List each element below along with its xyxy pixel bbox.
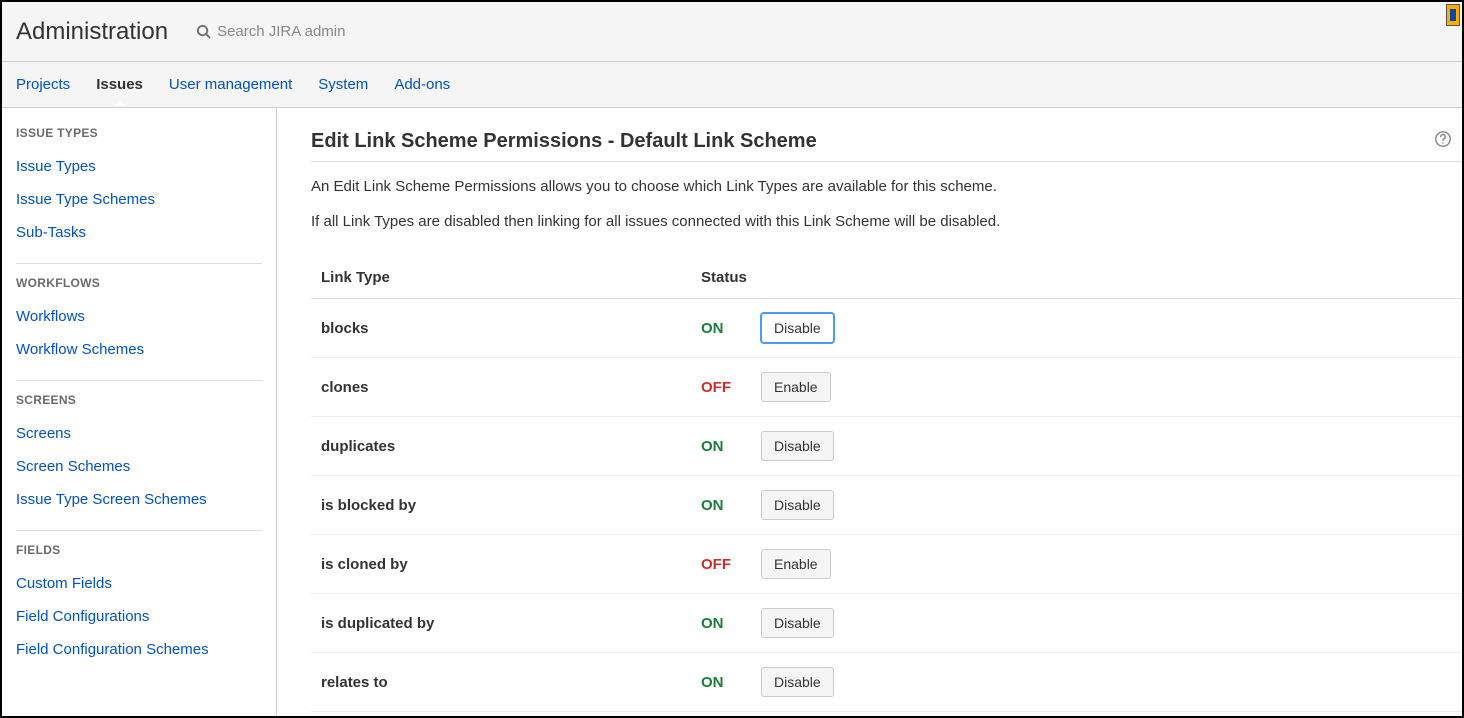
status-badge: ON: [691, 653, 751, 712]
table-row: is blocked byON Disable: [311, 476, 1462, 535]
sidebar-item-workflow-schemes[interactable]: Workflow Schemes: [16, 333, 262, 366]
sidebar-item-custom-fields[interactable]: Custom Fields: [16, 567, 262, 600]
enable-button[interactable]: Enable: [761, 372, 831, 402]
notification-badge[interactable]: [1446, 4, 1460, 26]
link-type-name: is cloned by: [311, 535, 691, 594]
search-icon: [196, 24, 211, 39]
status-badge: ON: [691, 476, 751, 535]
admin-header: Administration: [2, 2, 1462, 62]
link-type-name: relates to: [311, 653, 691, 712]
sidebar-section-issue-types: ISSUE TYPES Issue Types Issue Type Schem…: [16, 126, 262, 264]
table-row: is cloned byOFF Enable: [311, 535, 1462, 594]
sidebar-item-workflows[interactable]: Workflows: [16, 300, 262, 333]
status-badge: ON: [691, 417, 751, 476]
disable-button[interactable]: Disable: [761, 490, 834, 520]
sidebar-item-field-configuration-schemes[interactable]: Field Configuration Schemes: [16, 633, 262, 666]
tab-system[interactable]: System: [318, 64, 368, 105]
sidebar-item-screens[interactable]: Screens: [16, 417, 262, 450]
table-row: is duplicated byON Disable: [311, 594, 1462, 653]
tab-add-ons[interactable]: Add-ons: [394, 64, 450, 105]
sidebar-section-screens: SCREENS Screens Screen Schemes Issue Typ…: [16, 381, 262, 531]
admin-sidebar: ISSUE TYPES Issue Types Issue Type Schem…: [2, 108, 277, 716]
help-icon[interactable]: [1434, 130, 1452, 153]
sidebar-section-workflows: WORKFLOWS Workflows Workflow Schemes: [16, 264, 262, 381]
link-type-name: blocks: [311, 299, 691, 358]
sidebar-item-field-configurations[interactable]: Field Configurations: [16, 600, 262, 633]
enable-button[interactable]: Enable: [761, 549, 831, 579]
action-cell: Disable: [751, 417, 1462, 476]
sidebar-heading: ISSUE TYPES: [16, 126, 262, 140]
status-badge: ON: [691, 594, 751, 653]
status-badge: OFF: [691, 535, 751, 594]
action-cell: Disable: [751, 594, 1462, 653]
desc-line-1: An Edit Link Scheme Permissions allows y…: [311, 176, 1462, 199]
sidebar-item-screen-schemes[interactable]: Screen Schemes: [16, 450, 262, 483]
disable-button[interactable]: Disable: [761, 667, 834, 697]
disable-button[interactable]: Disable: [761, 431, 834, 461]
table-row: clonesOFF Enable: [311, 358, 1462, 417]
sidebar-heading: WORKFLOWS: [16, 276, 262, 290]
page-heading: Administration: [16, 18, 168, 46]
search-input[interactable]: [217, 23, 437, 40]
link-type-name: is duplicated by: [311, 594, 691, 653]
link-type-name: duplicates: [311, 417, 691, 476]
status-badge: OFF: [691, 358, 751, 417]
disable-button[interactable]: Disable: [761, 313, 834, 343]
status-badge: ON: [691, 299, 751, 358]
sidebar-item-sub-tasks[interactable]: Sub-Tasks: [16, 216, 262, 249]
sidebar-item-issue-type-schemes[interactable]: Issue Type Schemes: [16, 183, 262, 216]
disable-button[interactable]: Disable: [761, 608, 834, 638]
admin-search[interactable]: [196, 23, 437, 40]
action-cell: Enable: [751, 535, 1462, 594]
action-cell: Enable: [751, 358, 1462, 417]
action-cell: Disable: [751, 299, 1462, 358]
link-type-name: clones: [311, 358, 691, 417]
desc-line-2: If all Link Types are disabled then link…: [311, 211, 1462, 234]
col-status: Status: [691, 261, 1462, 299]
sidebar-item-issue-types[interactable]: Issue Types: [16, 150, 262, 183]
link-type-name: is blocked by: [311, 476, 691, 535]
page-description: An Edit Link Scheme Permissions allows y…: [311, 176, 1462, 233]
table-row: relates toON Disable: [311, 653, 1462, 712]
tab-projects[interactable]: Projects: [16, 64, 70, 105]
tab-issues[interactable]: Issues: [96, 64, 143, 105]
admin-nav-tabs: Projects Issues User management System A…: [2, 62, 1462, 108]
tab-user-management[interactable]: User management: [169, 64, 292, 105]
sidebar-item-issue-type-screen-schemes[interactable]: Issue Type Screen Schemes: [16, 483, 262, 516]
col-link-type: Link Type: [311, 261, 691, 299]
action-cell: Disable: [751, 476, 1462, 535]
page-title: Edit Link Scheme Permissions - Default L…: [311, 130, 817, 153]
link-types-table: Link Type Status blocksONDisableclonesOF…: [311, 261, 1462, 712]
sidebar-section-fields: FIELDS Custom Fields Field Configuration…: [16, 531, 262, 680]
main-content: Edit Link Scheme Permissions - Default L…: [277, 108, 1462, 716]
table-row: duplicatesON Disable: [311, 417, 1462, 476]
table-row: blocksON Disable: [311, 299, 1462, 358]
sidebar-heading: FIELDS: [16, 543, 262, 557]
action-cell: Disable: [751, 653, 1462, 712]
sidebar-heading: SCREENS: [16, 393, 262, 407]
